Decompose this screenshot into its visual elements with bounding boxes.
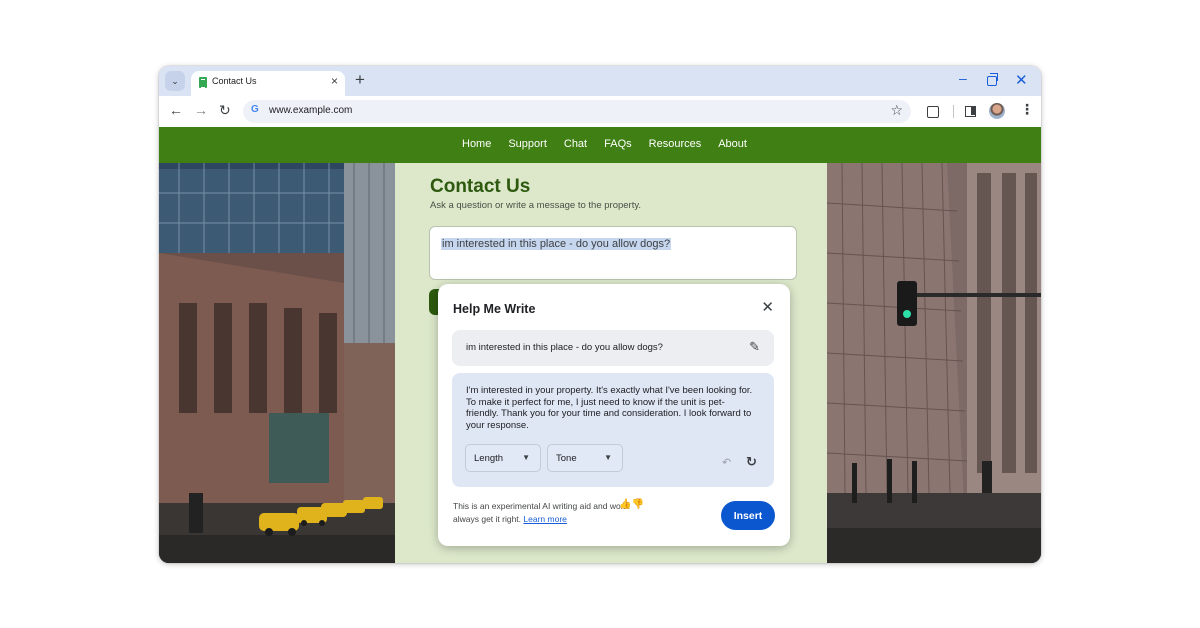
nav-home[interactable]: Home (462, 138, 491, 150)
nav-chat[interactable]: Chat (564, 138, 587, 150)
web-page: Home Support Chat FAQs Resources About C… (159, 127, 1041, 563)
back-icon[interactable]: ← (169, 102, 183, 118)
tab-strip: ⌄ Contact Us × + – ✕ (159, 66, 1041, 97)
toolbar-divider (953, 105, 954, 118)
reload-icon[interactable]: ↻ (219, 102, 231, 119)
close-icon[interactable]: ✕ (761, 298, 774, 316)
extensions-icon[interactable] (927, 106, 939, 118)
undo-icon[interactable]: ↶ (722, 456, 731, 469)
length-dropdown[interactable]: Length ▼ (465, 444, 541, 472)
learn-more-link[interactable]: Learn more (523, 514, 566, 524)
edit-pencil-icon[interactable]: ✎ (749, 339, 760, 355)
feedback-thumbs: 👍👎 (619, 499, 644, 510)
city-building-photo-right (827, 163, 1041, 563)
city-building-photo-left (159, 163, 395, 563)
profile-avatar[interactable] (989, 103, 1005, 119)
caret-down-icon: ▼ (522, 453, 530, 462)
nav-faqs[interactable]: FAQs (604, 138, 632, 150)
message-text[interactable]: im interested in this place - do you all… (441, 238, 672, 250)
generated-text: I'm interested in your property. It's ex… (466, 385, 753, 431)
browser-toolbar: ← → ↻ G www.example.com ☆ ⋮ (159, 96, 1041, 127)
tone-label: Tone (556, 453, 577, 464)
google-icon: G (251, 104, 259, 115)
nav-about[interactable]: About (718, 138, 747, 150)
nav-resources[interactable]: Resources (649, 138, 702, 150)
site-nav-bar: Home Support Chat FAQs Resources About (159, 127, 1041, 163)
thumbs-up-icon[interactable]: 👍 (619, 499, 631, 510)
new-tab-icon[interactable]: + (355, 70, 365, 90)
side-panel-icon[interactable] (965, 106, 976, 117)
page-subtitle: Ask a question or write a message to the… (430, 200, 642, 211)
caret-down-icon: ▼ (604, 453, 612, 462)
prompt-text: im interested in this place - do you all… (466, 342, 663, 353)
address-bar[interactable]: G www.example.com ☆ (243, 100, 911, 123)
length-label: Length (474, 453, 504, 464)
retry-icon[interactable]: ↻ (746, 454, 757, 470)
help-me-write-dialog: Help Me Write ✕ im interested in this pl… (438, 284, 790, 546)
tab-contact-us[interactable]: Contact Us × (191, 71, 345, 97)
forward-icon[interactable]: → (194, 102, 208, 118)
tab-search-icon[interactable]: ⌄ (165, 71, 185, 91)
message-textarea[interactable]: im interested in this place - do you all… (429, 226, 797, 280)
browser-window: ⌄ Contact Us × + – ✕ ← → ↻ G www.example… (159, 66, 1041, 563)
thumbs-down-icon[interactable]: 👎 (631, 499, 643, 510)
sheets-favicon-icon (199, 77, 207, 88)
dialog-title: Help Me Write (453, 302, 536, 316)
close-window-icon[interactable]: ✕ (1015, 71, 1028, 89)
minimize-icon[interactable]: – (959, 70, 967, 86)
maximize-icon[interactable] (987, 73, 998, 86)
prompt-box[interactable]: im interested in this place - do you all… (452, 330, 774, 366)
tab-close-icon[interactable]: × (331, 74, 338, 88)
tab-title: Contact Us (212, 76, 257, 86)
insert-button[interactable]: Insert (721, 501, 775, 530)
page-title: Contact Us (430, 176, 531, 197)
more-menu-icon[interactable]: ⋮ (1020, 101, 1034, 118)
star-icon[interactable]: ☆ (890, 102, 903, 119)
nav-support[interactable]: Support (508, 138, 547, 150)
tone-dropdown[interactable]: Tone ▼ (547, 444, 623, 472)
url-text[interactable]: www.example.com (269, 105, 352, 116)
generated-result-box: I'm interested in your property. It's ex… (452, 373, 774, 487)
